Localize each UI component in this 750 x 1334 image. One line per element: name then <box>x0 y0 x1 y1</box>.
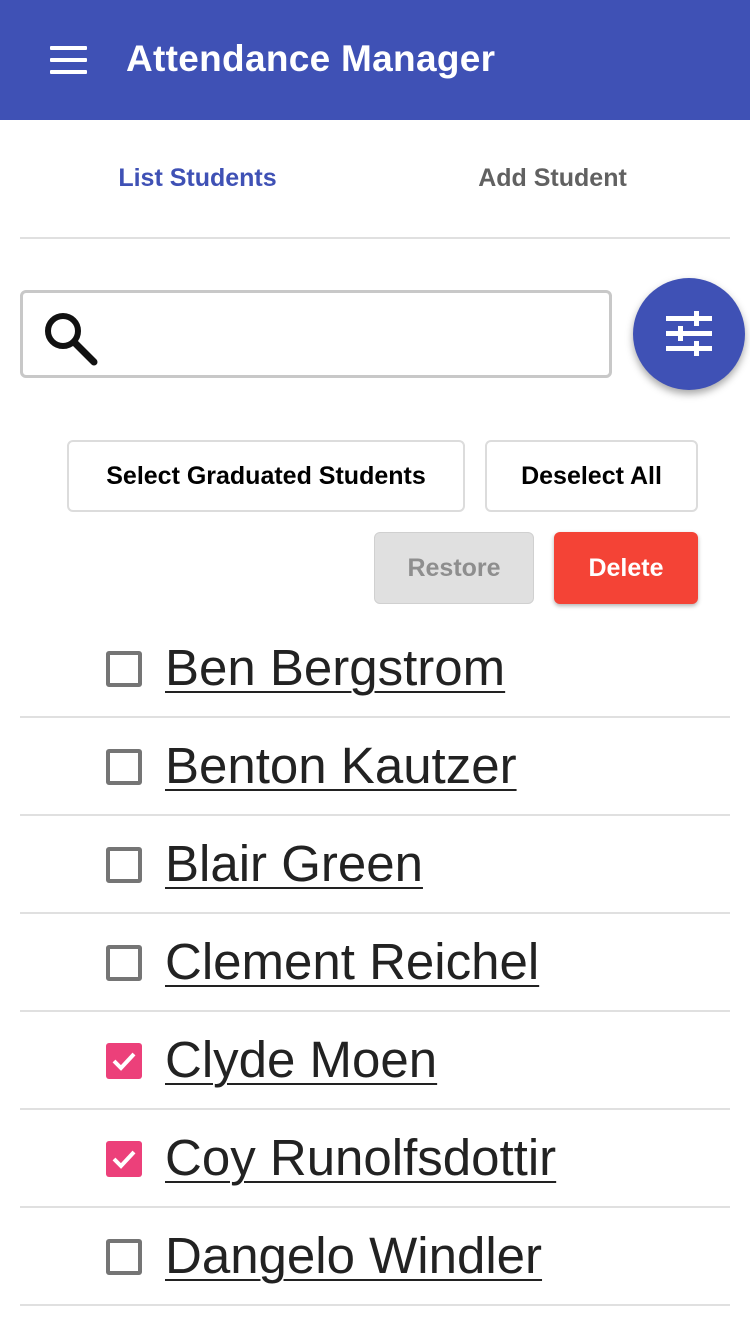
student-name-link[interactable]: Ben Bergstrom <box>165 638 505 697</box>
filter-button[interactable] <box>633 278 745 390</box>
tab-add-student[interactable]: Add Student <box>375 120 730 237</box>
deselect-all-button[interactable]: Deselect All <box>485 440 698 512</box>
student-name-link[interactable]: Coy Runolfsdottir <box>165 1128 556 1187</box>
student-checkbox[interactable] <box>106 749 142 785</box>
student-name-link[interactable]: Clyde Moen <box>165 1030 437 1089</box>
tab-bar: List Students Add Student <box>20 120 730 239</box>
list-item: Clyde Moen <box>20 1012 730 1110</box>
check-icon <box>112 1150 136 1169</box>
app-title: Attendance Manager <box>126 38 496 79</box>
search-input[interactable] <box>107 301 601 367</box>
search-box[interactable] <box>20 290 612 378</box>
list-item: Benton Kautzer <box>20 718 730 816</box>
student-checkbox[interactable] <box>106 1239 142 1275</box>
student-name-link[interactable]: Clement Reichel <box>165 932 539 991</box>
filter-icon <box>666 311 712 356</box>
list-item: Clement Reichel <box>20 914 730 1012</box>
student-name-link[interactable]: Benton Kautzer <box>165 736 517 795</box>
search-icon <box>45 313 98 366</box>
list-item: Ben Bergstrom <box>20 620 730 718</box>
student-checkbox[interactable] <box>106 1141 142 1177</box>
list-item: Blair Green <box>20 816 730 914</box>
list-item: Dangelo Windler <box>20 1208 730 1306</box>
student-list: Ben Bergstrom Benton Kautzer Blair Green Cl… <box>20 620 730 1306</box>
student-name-link[interactable]: Dangelo Windler <box>165 1226 542 1285</box>
restore-button[interactable]: Restore <box>374 532 534 604</box>
app-bar: Attendance Manager <box>0 0 750 120</box>
delete-button[interactable]: Delete <box>554 532 698 604</box>
check-icon <box>112 1052 136 1071</box>
list-item: Coy Runolfsdottir <box>20 1110 730 1208</box>
student-name-link[interactable]: Blair Green <box>165 834 423 893</box>
student-checkbox[interactable] <box>106 945 142 981</box>
tab-list-students[interactable]: List Students <box>20 120 375 237</box>
select-graduated-button[interactable]: Select Graduated Students <box>67 440 465 512</box>
student-checkbox[interactable] <box>106 651 142 687</box>
menu-icon[interactable] <box>50 46 87 74</box>
student-checkbox[interactable] <box>106 847 142 883</box>
student-checkbox[interactable] <box>106 1043 142 1079</box>
